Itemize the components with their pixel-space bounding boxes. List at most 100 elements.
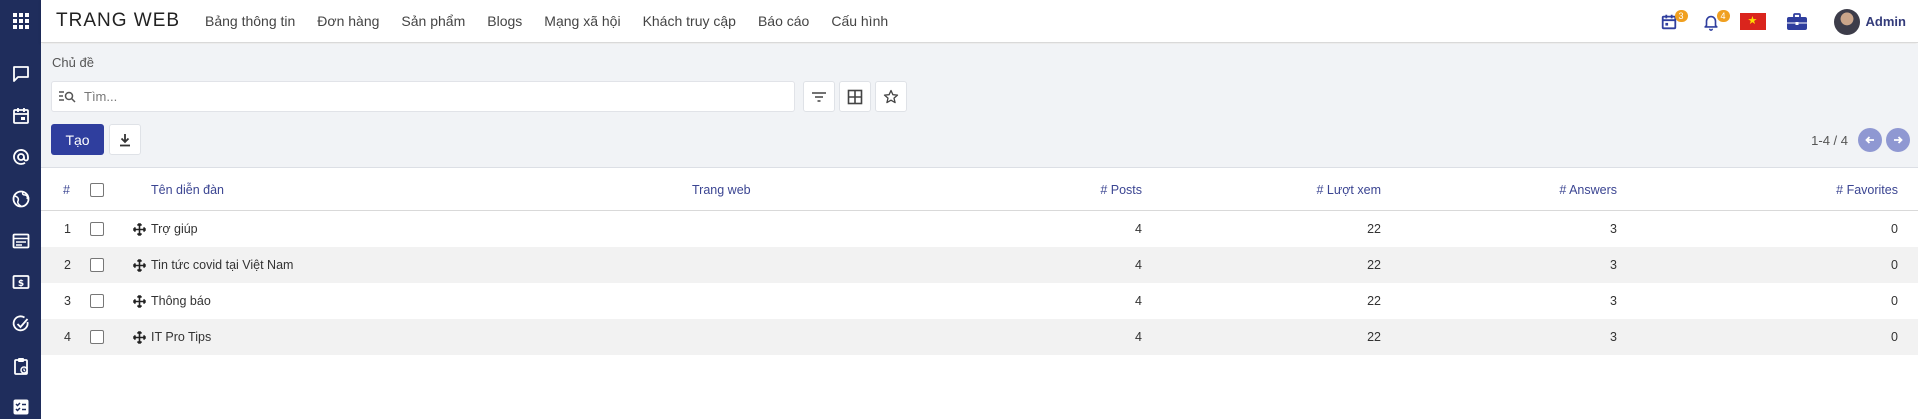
row-checkbox[interactable] (90, 222, 104, 236)
switch-company-button[interactable] (1782, 7, 1812, 37)
row-views: 22 (1367, 330, 1381, 344)
notification-badge: 4 (1716, 9, 1730, 22)
arrow-left-icon (1865, 136, 1874, 144)
row-favorites: 0 (1891, 222, 1898, 236)
rail-invoicing-button[interactable]: $ (0, 261, 41, 302)
menu-item-configuration[interactable]: Cấu hình (831, 13, 888, 29)
invoice-icon: $ (12, 274, 29, 289)
row-answers: 3 (1610, 258, 1617, 272)
forum-list-table: # Tên diễn đàn Trang web # Posts # Lượt … (41, 169, 1918, 355)
drag-handle-icon[interactable] (132, 330, 146, 344)
chat-icon (12, 65, 29, 82)
row-answers: 3 (1610, 222, 1617, 236)
header-forum-name[interactable]: Tên diễn đàn (151, 183, 224, 197)
row-index: 3 (64, 294, 71, 308)
breadcrumb: Chủ đề (52, 55, 94, 70)
arrow-right-icon (1894, 136, 1903, 144)
briefcase-icon (1786, 12, 1807, 30)
svg-text:$: $ (17, 279, 23, 289)
activity-button[interactable]: 3 (1654, 7, 1688, 37)
row-index: 2 (64, 258, 71, 272)
table-row[interactable]: 3 Thông báo 4 22 3 0 (41, 283, 1918, 319)
menu-item-dashboard[interactable]: Bảng thông tin (205, 13, 295, 29)
row-favorites: 0 (1891, 330, 1898, 344)
at-icon (12, 148, 29, 165)
menu-item-social[interactable]: Mạng xã hội (544, 13, 620, 29)
menu-item-visitors[interactable]: Khách truy cập (643, 13, 736, 29)
create-button[interactable]: Tạo (51, 124, 104, 155)
rail-clipboard-button[interactable] (0, 345, 41, 386)
row-forum-name: Thông báo (151, 294, 211, 308)
rail-website-button[interactable] (0, 178, 41, 219)
clipboard-icon (13, 357, 28, 375)
row-index: 1 (64, 222, 71, 236)
notifications-button[interactable]: 4 (1696, 7, 1730, 37)
star-icon (883, 89, 899, 103)
activity-badge: 3 (1674, 9, 1688, 22)
search-bar (51, 81, 795, 112)
table-header-row: # Tên diễn đàn Trang web # Posts # Lượt … (41, 169, 1918, 211)
group-by-button[interactable] (839, 81, 871, 112)
select-all-checkbox[interactable] (90, 182, 104, 197)
user-avatar[interactable] (1833, 8, 1860, 35)
header-views[interactable]: # Lượt xem (1316, 183, 1381, 197)
row-checkbox[interactable] (90, 294, 104, 308)
drag-handle-icon[interactable] (132, 258, 146, 272)
table-row[interactable]: 4 IT Pro Tips 4 22 3 0 (41, 319, 1918, 355)
rail-mail-button[interactable] (0, 136, 41, 177)
pager-value[interactable]: 1-4 / 4 (1811, 133, 1848, 148)
row-checkbox[interactable] (90, 330, 104, 344)
vietnam-flag-icon[interactable]: ★ (1739, 13, 1766, 30)
header-website[interactable]: Trang web (692, 183, 751, 197)
row-answers: 3 (1610, 294, 1617, 308)
app-root: $ TRANG WEB Bảng thông tin Đơn hàng Sản … (0, 0, 1918, 419)
left-rail: $ (0, 0, 41, 419)
menu-item-products[interactable]: Sản phẩm (401, 13, 465, 29)
drag-handle-icon[interactable] (132, 294, 146, 308)
row-checkbox[interactable] (90, 258, 104, 272)
row-favorites: 0 (1891, 294, 1898, 308)
menu-item-blogs[interactable]: Blogs (487, 13, 522, 29)
drag-handle-icon[interactable] (132, 222, 146, 236)
grid-icon (12, 12, 29, 29)
app-brand-title[interactable]: TRANG WEB (41, 10, 205, 32)
table-row[interactable]: 1 Trợ giúp 4 22 3 0 (41, 211, 1918, 247)
header-index: # (63, 182, 70, 197)
pager-previous-button[interactable] (1858, 128, 1882, 152)
table-row[interactable]: 2 Tin tức covid tại Việt Nam 4 22 3 0 (41, 247, 1918, 283)
row-views: 22 (1367, 258, 1381, 272)
rail-discuss-button[interactable] (0, 53, 41, 94)
menu-item-orders[interactable]: Đơn hàng (317, 13, 379, 29)
filter-button[interactable] (803, 81, 835, 112)
export-button[interactable] (109, 124, 141, 155)
row-answers: 3 (1610, 330, 1617, 344)
control-panel: Chủ đề Tạo 1-4 / 4 (41, 44, 1918, 168)
globe-icon (12, 190, 29, 207)
rail-web-pages-button[interactable] (0, 220, 41, 261)
row-forum-name: Tin tức covid tại Việt Nam (151, 258, 294, 272)
rail-tasks-button[interactable] (0, 303, 41, 344)
pager-next-button[interactable] (1886, 128, 1910, 152)
filter-icon (812, 91, 826, 102)
checklist-icon (13, 399, 28, 414)
search-input[interactable] (84, 89, 764, 104)
browser-icon (12, 233, 29, 248)
row-posts: 4 (1135, 330, 1142, 344)
header-posts[interactable]: # Posts (1100, 183, 1142, 197)
row-views: 22 (1367, 222, 1381, 236)
header-favorites[interactable]: # Favorites (1836, 183, 1898, 197)
header-answers[interactable]: # Answers (1559, 183, 1617, 197)
rail-calendar-button[interactable] (0, 95, 41, 136)
row-posts: 4 (1135, 258, 1142, 272)
apps-menu-button[interactable] (0, 0, 41, 41)
favorites-button[interactable] (875, 81, 907, 112)
menu-item-reports[interactable]: Báo cáo (758, 13, 809, 29)
rail-checklist-button[interactable] (0, 386, 41, 419)
row-posts: 4 (1135, 222, 1142, 236)
row-index: 4 (64, 330, 71, 344)
main-menu: Bảng thông tin Đơn hàng Sản phẩm Blogs M… (205, 13, 910, 29)
calendar-icon (12, 107, 29, 124)
row-views: 22 (1367, 294, 1381, 308)
layout-grid-icon (847, 89, 863, 104)
user-menu-name[interactable]: Admin (1866, 14, 1906, 29)
